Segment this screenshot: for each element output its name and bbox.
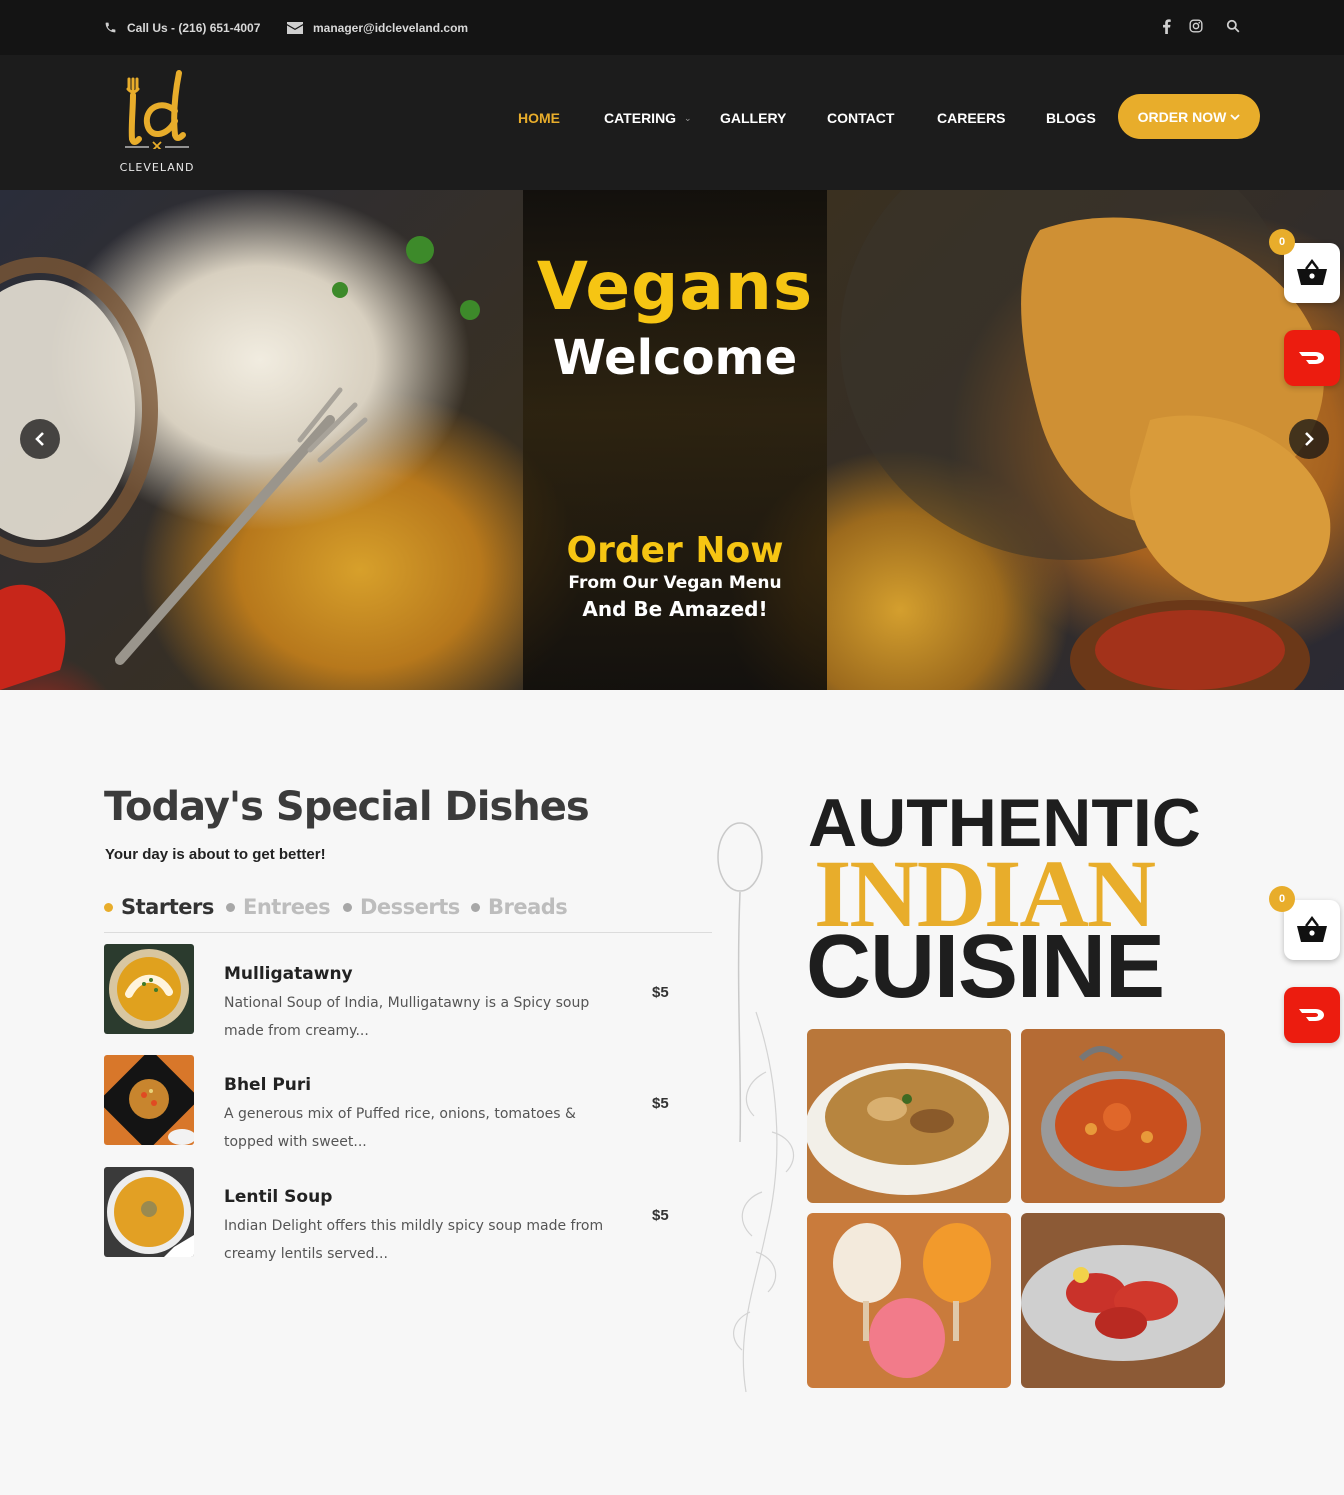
search-icon[interactable] <box>1223 16 1243 36</box>
spoon-sketch-decoration <box>717 822 795 1393</box>
hero-slider: Vegans Welcome Order Now From Our Vegan … <box>0 190 1344 690</box>
tab-breads[interactable]: Breads <box>471 895 568 919</box>
cart-widget[interactable] <box>1284 243 1340 303</box>
dish-price: $5 <box>652 1207 669 1224</box>
hero-subtitle: Welcome <box>552 330 798 386</box>
hero-text-panel: Vegans Welcome Order Now From Our Vegan … <box>523 190 827 690</box>
list-item[interactable]: Mulligatawny National Soup of India, Mul… <box>104 944 704 1044</box>
chevron-left-icon <box>35 432 44 446</box>
dish-image <box>104 1167 194 1257</box>
tab-dot <box>471 902 480 912</box>
next-slide-button[interactable] <box>1289 419 1329 459</box>
hero-cta-title[interactable]: Order Now <box>523 530 827 571</box>
email-contact[interactable]: manager@idcleveland.com <box>287 0 468 55</box>
dish-price: $5 <box>652 984 669 1001</box>
nav-gallery[interactable]: GALLERY <box>720 108 786 128</box>
dish-name: Lentil Soup <box>224 1187 333 1207</box>
gallery-tile-biryani[interactable] <box>807 1029 1011 1203</box>
tandoori-image <box>1021 1213 1225 1388</box>
tab-label: Breads <box>488 895 568 919</box>
tab-dot <box>343 902 352 912</box>
doordash-icon <box>1299 352 1324 364</box>
doordash-icon <box>1299 1009 1324 1021</box>
dish-description: National Soup of India, Mulligatawny is … <box>224 995 590 1039</box>
specials-title: Today's Special Dishes <box>104 784 590 830</box>
tab-entrees[interactable]: Entrees <box>226 895 331 919</box>
doordash-button-2[interactable] <box>1284 987 1340 1043</box>
dish-description: Indian Delight offers this mildly spicy … <box>224 1218 604 1262</box>
nav-blogs[interactable]: BLOGS <box>1046 108 1096 128</box>
dish-price: $5 <box>652 1095 669 1112</box>
gallery-tile-tandoori[interactable] <box>1021 1213 1225 1388</box>
hero-title: Vegans <box>536 248 814 325</box>
authentic-heading-line3: CUISINE <box>806 917 1165 1017</box>
facebook-icon[interactable] <box>1156 16 1176 36</box>
envelope-icon <box>287 21 303 34</box>
dish-image <box>104 1055 194 1145</box>
basket-icon <box>1297 259 1327 285</box>
nav-catering[interactable]: CATERING <box>604 108 676 128</box>
basket-icon <box>1297 916 1327 942</box>
hero-cta-line1: From Our Vegan Menu <box>568 573 782 593</box>
phone-text: Call Us - (216) 651-4007 <box>127 20 261 35</box>
nav-home[interactable]: HOME <box>518 108 560 128</box>
chevron-down-icon: ⌄ <box>684 113 692 123</box>
site-logo[interactable]: CLEVELAND <box>115 69 199 179</box>
tab-starters[interactable]: Starters <box>104 895 214 919</box>
instagram-icon[interactable] <box>1186 16 1206 36</box>
logo-mark <box>125 70 189 149</box>
nav-contact[interactable]: CONTACT <box>827 108 894 128</box>
tab-dot <box>226 902 235 912</box>
chevron-down-icon <box>1230 113 1240 120</box>
cart-count-badge-2: 0 <box>1269 886 1295 912</box>
gallery-tile-drinks[interactable] <box>807 1213 1011 1388</box>
order-now-button[interactable]: ORDER NOW <box>1118 94 1260 139</box>
tabs-divider <box>104 932 712 933</box>
cart-widget-2[interactable] <box>1284 900 1340 960</box>
specials-subtitle: Your day is about to get better! <box>105 846 326 863</box>
chevron-right-icon <box>1305 432 1314 446</box>
phone-contact[interactable]: Call Us - (216) 651-4007 <box>104 0 260 55</box>
tab-label: Entrees <box>243 895 331 919</box>
main-header: CLEVELAND HOME CATERING ⌄ GALLERY CONTAC… <box>0 55 1344 190</box>
tab-dot <box>104 902 113 912</box>
dish-name: Mulligatawny <box>224 964 353 984</box>
dish-name: Bhel Puri <box>224 1075 312 1095</box>
order-now-label: ORDER NOW <box>1137 108 1227 125</box>
curry-image <box>1021 1029 1225 1203</box>
biryani-image <box>807 1029 1011 1203</box>
list-item[interactable]: Bhel Puri A generous mix of Puffed rice,… <box>104 1055 704 1155</box>
tab-label: Desserts <box>360 895 460 919</box>
doordash-button[interactable] <box>1284 330 1340 386</box>
top-bar: Call Us - (216) 651-4007 manager@idcleve… <box>0 0 1344 55</box>
nav-careers[interactable]: CAREERS <box>937 108 1005 128</box>
email-text: manager@idcleveland.com <box>313 20 469 35</box>
dish-image <box>104 944 194 1034</box>
lassi-drinks-image <box>807 1213 1011 1388</box>
hero-cta-line2: And Be Amazed! <box>582 597 768 621</box>
logo-text: CLEVELAND <box>119 161 195 174</box>
tab-label: Starters <box>121 895 214 919</box>
prev-slide-button[interactable] <box>20 419 60 459</box>
cart-count-badge: 0 <box>1269 229 1295 255</box>
list-item[interactable]: Lentil Soup Indian Delight offers this m… <box>104 1167 704 1267</box>
gallery-tile-curry[interactable] <box>1021 1029 1225 1203</box>
tab-desserts[interactable]: Desserts <box>343 895 460 919</box>
phone-icon <box>105 22 116 33</box>
dish-description: A generous mix of Puffed rice, onions, t… <box>224 1106 576 1150</box>
